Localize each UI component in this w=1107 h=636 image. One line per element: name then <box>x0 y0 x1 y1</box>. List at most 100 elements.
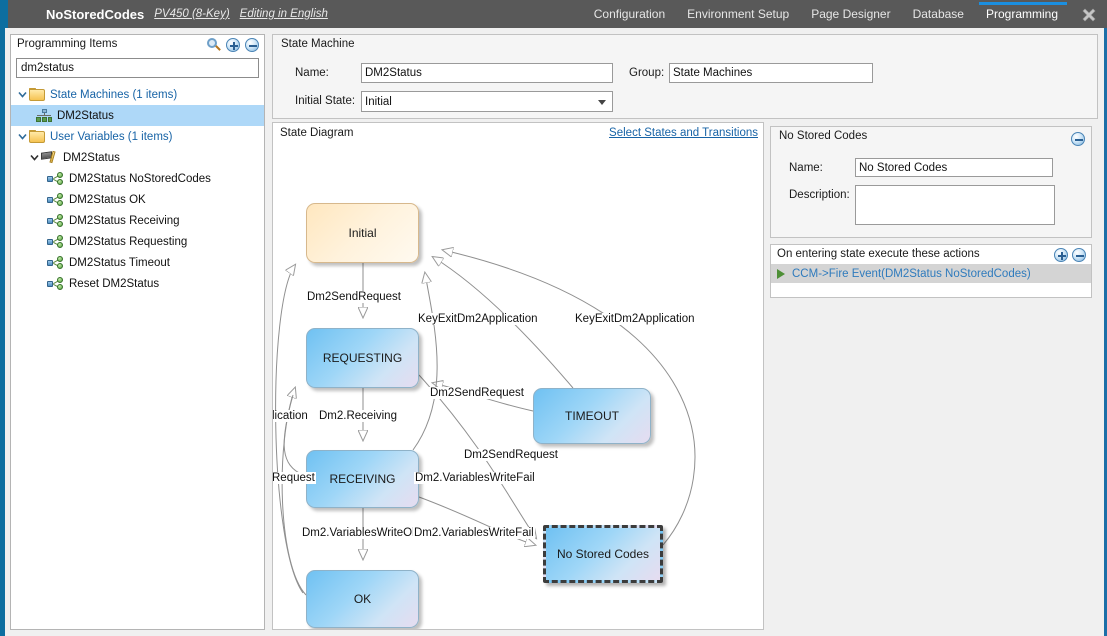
chevron-down-icon[interactable] <box>15 132 29 141</box>
minus-circle-icon[interactable] <box>245 38 259 52</box>
transition-label: Dm2.VariablesWriteOk <box>301 527 419 539</box>
initial-state-value: Initial <box>365 95 392 108</box>
actions-panel-title: On entering state execute these actions <box>777 248 980 260</box>
plus-circle-icon[interactable] <box>226 38 240 52</box>
tab-database[interactable]: Database <box>902 0 975 28</box>
tree-item-label: DM2Status Requesting <box>69 235 188 248</box>
close-icon[interactable] <box>1079 5 1099 25</box>
titlebar-title-group: NoStoredCodes PV450 (8-Key) Editing in E… <box>46 0 328 28</box>
titlebar-accent <box>0 0 8 28</box>
tree-item-label: Reset DM2Status <box>69 277 160 290</box>
tree-item-dm2status-variable[interactable]: DM2Status <box>11 147 264 168</box>
transition-label: Dm2SendRequest <box>429 387 525 399</box>
tree-item-label: DM2Status OK <box>69 193 146 206</box>
event-icon <box>47 235 64 248</box>
state-node-label: RECEIVING <box>329 472 396 486</box>
on-entering-actions-panel: On entering state execute these actions … <box>770 244 1092 298</box>
state-node-label: REQUESTING <box>322 351 403 365</box>
window-left-accent <box>0 28 5 636</box>
state-diagram-panel: State Diagram Select States and Transiti… <box>272 122 764 630</box>
transition-label: Dm2.VariablesWriteFail <box>413 527 535 539</box>
tree-item-user-variables[interactable]: User Variables (1 items) <box>11 126 264 147</box>
plus-circle-icon[interactable] <box>1054 248 1068 262</box>
tab-programming[interactable]: Programming <box>975 0 1069 28</box>
event-icon <box>47 172 64 185</box>
initial-state-select[interactable]: Initial <box>361 91 613 112</box>
tree-item-reset-dm2status[interactable]: Reset DM2Status <box>11 273 264 294</box>
state-name-label: Name: <box>789 162 823 174</box>
tree-item-label: DM2Status Timeout <box>69 256 170 269</box>
variable-icon <box>41 150 58 164</box>
tree-item-dm2status-ok[interactable]: DM2Status OK <box>11 189 264 210</box>
state-node-label: TIMEOUT <box>565 409 619 423</box>
chevron-down-icon[interactable] <box>15 90 29 99</box>
transition-label: Dm2SendRequest <box>306 291 402 303</box>
name-label: Name: <box>295 67 329 79</box>
tab-page-designer[interactable]: Page Designer <box>800 0 901 28</box>
programming-items-header: Programming Items <box>11 35 264 57</box>
play-triangle-icon <box>777 268 785 279</box>
state-node-initial[interactable]: Initial <box>306 203 419 263</box>
state-description-label: Description: <box>789 189 850 201</box>
transition-label: Dm2.Receiving <box>318 410 398 422</box>
action-item-label: CCM->Fire Event(DM2Status NoStoredCodes) <box>792 267 1031 280</box>
search-icon[interactable] <box>207 38 221 52</box>
state-node-receiving[interactable]: RECEIVING <box>306 450 419 508</box>
actions-panel-header: On entering state execute these actions <box>771 245 1091 264</box>
event-icon <box>47 193 64 206</box>
transition-label: KeyExitDm2Application <box>574 313 696 325</box>
tree-item-label: User Variables (1 items) <box>50 130 173 143</box>
event-icon <box>47 256 64 269</box>
tree-item-dm2status-receiving[interactable]: DM2Status Receiving <box>11 210 264 231</box>
tree-item-dm2status-state-machine[interactable]: DM2Status <box>11 105 264 126</box>
state-node-label: Initial <box>348 226 377 240</box>
state-machine-icon <box>36 109 52 122</box>
transition-label: KeyExitDm2Application <box>417 313 539 325</box>
state-machine-groupbox: State Machine Name: DM2Status Group: Sta… <box>272 34 1098 119</box>
application-window: NoStoredCodes PV450 (8-Key) Editing in E… <box>0 0 1107 636</box>
main-nav-tabs: Configuration Environment Setup Page Des… <box>583 0 1069 28</box>
tree-item-dm2status-nostoredcodes[interactable]: DM2Status NoStoredCodes <box>11 168 264 189</box>
chevron-down-icon <box>598 99 606 105</box>
tab-configuration[interactable]: Configuration <box>583 0 676 28</box>
tree-item-dm2status-requesting[interactable]: DM2Status Requesting <box>11 231 264 252</box>
action-list-item[interactable]: CCM->Fire Event(DM2Status NoStoredCodes) <box>771 264 1091 283</box>
tree-item-dm2status-timeout[interactable]: DM2Status Timeout <box>11 252 264 273</box>
actions-panel-toolbar <box>1054 248 1086 262</box>
tab-environment-setup[interactable]: Environment Setup <box>676 0 800 28</box>
state-node-label: OK <box>353 592 372 606</box>
tree-item-label: DM2Status <box>57 109 114 122</box>
state-node-label: No Stored Codes <box>556 547 650 561</box>
editing-language-label[interactable]: Editing in English <box>240 8 328 20</box>
state-node-timeout[interactable]: TIMEOUT <box>533 388 651 444</box>
minus-circle-icon[interactable] <box>1072 248 1086 262</box>
group-field[interactable]: State Machines <box>669 63 873 83</box>
device-model-label[interactable]: PV450 (8-Key) <box>154 8 229 20</box>
state-properties-panel: No Stored Codes Name: No Stored Codes De… <box>770 126 1092 238</box>
state-node-ok[interactable]: OK <box>306 570 419 628</box>
group-label: Group: <box>629 67 665 79</box>
programming-items-title: Programming Items <box>17 38 118 50</box>
state-description-field[interactable] <box>855 185 1055 225</box>
tree-item-state-machines[interactable]: State Machines (1 items) <box>11 84 264 105</box>
event-icon <box>47 214 64 227</box>
state-diagram-canvas[interactable]: Initial REQUESTING TIMEOUT RECEIVING No … <box>273 145 763 629</box>
transition-label: lication <box>272 410 309 422</box>
state-diagram-title: State Diagram <box>280 127 354 139</box>
transition-label: Request <box>272 472 316 484</box>
state-node-no-stored-codes[interactable]: No Stored Codes <box>543 525 663 583</box>
title-bar: NoStoredCodes PV450 (8-Key) Editing in E… <box>0 0 1107 28</box>
folder-icon <box>29 130 45 143</box>
state-node-requesting[interactable]: REQUESTING <box>306 328 419 388</box>
transition-label: Dm2SendRequest <box>463 449 559 461</box>
state-name-field[interactable]: No Stored Codes <box>855 158 1053 177</box>
tree-item-label: State Machines (1 items) <box>50 88 178 101</box>
minus-circle-icon[interactable] <box>1071 132 1085 146</box>
select-states-and-transitions-link[interactable]: Select States and Transitions <box>609 127 758 139</box>
folder-icon <box>29 88 45 101</box>
chevron-down-icon[interactable] <box>27 153 41 162</box>
name-field[interactable]: DM2Status <box>361 63 613 83</box>
event-icon <box>47 277 64 290</box>
programming-items-tree: State Machines (1 items) DM2Status User … <box>11 82 264 294</box>
search-input[interactable]: dm2status <box>16 58 259 78</box>
